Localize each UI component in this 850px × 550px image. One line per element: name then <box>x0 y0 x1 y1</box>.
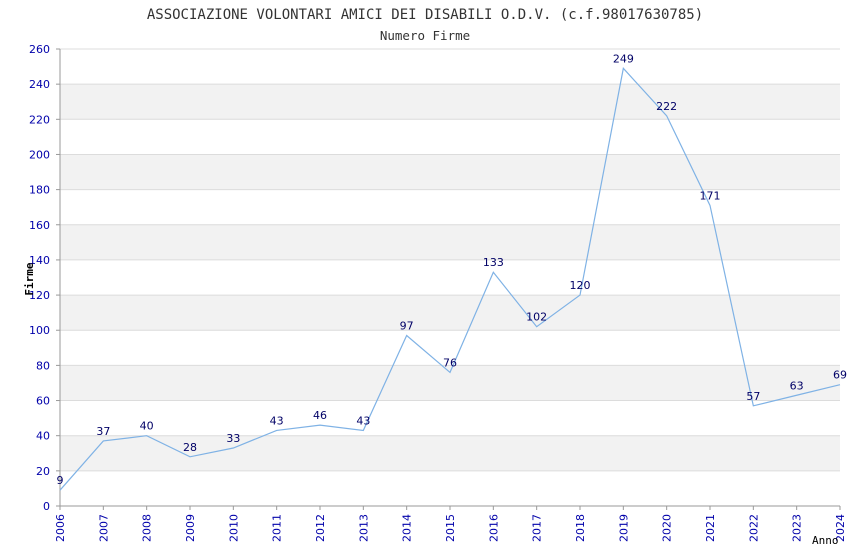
data-label: 28 <box>183 441 197 454</box>
data-label: 33 <box>226 432 240 445</box>
x-tick-label: 2011 <box>271 514 284 542</box>
chart-title: ASSOCIAZIONE VOLONTARI AMICI DEI DISABIL… <box>147 7 703 23</box>
data-label: 37 <box>96 425 110 438</box>
data-label: 76 <box>443 356 457 369</box>
data-label: 57 <box>746 390 760 403</box>
y-tick-label: 200 <box>29 148 50 161</box>
chart-subtitle: Numero Firme <box>380 28 470 43</box>
x-tick-label: 2013 <box>357 514 370 542</box>
x-tick-label: 2007 <box>97 514 110 542</box>
grid-band <box>60 84 840 120</box>
y-tick-label: 0 <box>43 500 50 513</box>
grid-bands <box>60 48 840 507</box>
data-label: 43 <box>270 414 284 427</box>
x-tick-label: 2010 <box>227 514 240 542</box>
data-label: 133 <box>483 256 504 269</box>
x-tick-label: 2021 <box>704 514 717 542</box>
grid-band <box>60 365 840 401</box>
x-tick-label: 2020 <box>661 514 674 542</box>
x-tick-label: 2016 <box>487 514 500 542</box>
x-tick-label: 2014 <box>401 514 414 542</box>
data-label: 249 <box>613 52 634 65</box>
y-tick-label: 60 <box>36 395 50 408</box>
grid-band <box>60 295 840 331</box>
x-axis-label: Anno <box>812 534 839 547</box>
grid-band <box>60 435 840 471</box>
x-tick-label: 2015 <box>444 514 457 542</box>
line-chart: ASSOCIAZIONE VOLONTARI AMICI DEI DISABIL… <box>23 7 847 547</box>
y-tick-label: 100 <box>29 324 50 337</box>
data-label: 40 <box>140 420 154 433</box>
data-label: 222 <box>656 100 677 113</box>
data-label: 102 <box>526 311 547 324</box>
y-tick-label: 260 <box>29 43 50 56</box>
x-tick-label: 2017 <box>531 514 544 542</box>
data-label: 46 <box>313 409 327 422</box>
y-tick-label: 220 <box>29 113 50 126</box>
y-tick-label: 80 <box>36 359 50 372</box>
y-tick-label: 240 <box>29 78 50 91</box>
data-label: 9 <box>57 474 64 487</box>
data-label: 69 <box>833 369 847 382</box>
series-firme <box>59 67 841 491</box>
y-tick-label: 160 <box>29 219 50 232</box>
data-label: 43 <box>356 414 370 427</box>
x-axis-ticks: 2006 2007 2008 2009 2010 2011 2012 2013 2014 2015… <box>54 506 847 542</box>
x-tick-label: 2012 <box>314 514 327 542</box>
x-tick-label: 2023 <box>791 514 804 542</box>
y-tick-label: 40 <box>36 430 50 443</box>
grid-band <box>60 224 840 260</box>
grid-band <box>60 154 840 190</box>
series-line <box>59 67 841 491</box>
x-tick-label: 2022 <box>747 514 760 542</box>
x-tick-label: 2009 <box>184 514 197 542</box>
y-tick-label: 180 <box>29 184 50 197</box>
y-tick-label: 20 <box>36 465 50 478</box>
x-tick-label: 2006 <box>54 514 67 542</box>
data-label: 63 <box>790 379 804 392</box>
x-tick-label: 2019 <box>617 514 630 542</box>
x-tick-label: 2018 <box>574 514 587 542</box>
data-label: 97 <box>400 320 414 333</box>
data-label: 120 <box>570 279 591 292</box>
y-axis-label: Firme <box>23 262 36 295</box>
data-label: 171 <box>700 189 721 202</box>
x-tick-label: 2008 <box>141 514 154 542</box>
